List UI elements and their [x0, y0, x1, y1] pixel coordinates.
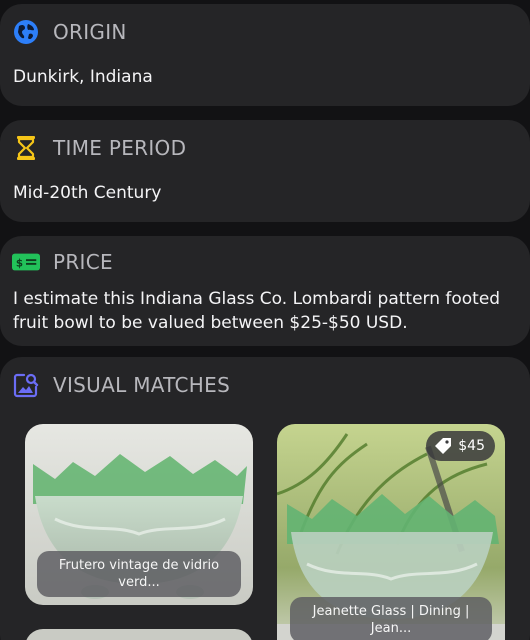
origin-header: ORIGIN — [12, 18, 127, 46]
origin-title: ORIGIN — [53, 20, 127, 44]
image-search-icon — [12, 371, 40, 399]
visual-match-item[interactable]: Frutero vintage de vidrio verd... — [25, 424, 253, 605]
visual-match-item[interactable]: $45 Jeanette Glass | Dining | Jean... — [277, 424, 505, 640]
visual-match-item[interactable] — [25, 629, 253, 640]
globe-icon — [12, 18, 40, 46]
price-badge: $45 — [426, 431, 495, 461]
time-period-title: TIME PERIOD — [53, 136, 187, 160]
hourglass-icon — [12, 134, 40, 162]
origin-card: ORIGIN Dunkirk, Indiana — [0, 4, 530, 106]
money-icon: $ — [12, 248, 40, 276]
price-card: $ PRICE I estimate this Indiana Glass Co… — [0, 236, 530, 346]
price-title: PRICE — [53, 250, 113, 274]
price-header: $ PRICE — [12, 248, 113, 276]
time-period-value: Mid-20th Century — [13, 183, 162, 203]
time-period-card: TIME PERIOD Mid-20th Century — [0, 120, 530, 222]
origin-value: Dunkirk, Indiana — [13, 67, 153, 87]
visual-match-caption: Frutero vintage de vidrio verd... — [37, 551, 241, 597]
tag-icon — [435, 438, 452, 454]
visual-match-caption: Jeanette Glass | Dining | Jean... — [290, 597, 492, 640]
price-badge-value: $45 — [458, 438, 485, 454]
visual-matches-header: VISUAL MATCHES — [12, 371, 230, 399]
price-value: I estimate this Indiana Glass Co. Lombar… — [13, 289, 501, 333]
visual-matches-title: VISUAL MATCHES — [53, 373, 231, 397]
svg-text:$: $ — [16, 258, 23, 270]
time-period-header: TIME PERIOD — [12, 134, 186, 162]
visual-matches-card: VISUAL MATCHES Frutero vintage de vidrio… — [0, 357, 530, 640]
